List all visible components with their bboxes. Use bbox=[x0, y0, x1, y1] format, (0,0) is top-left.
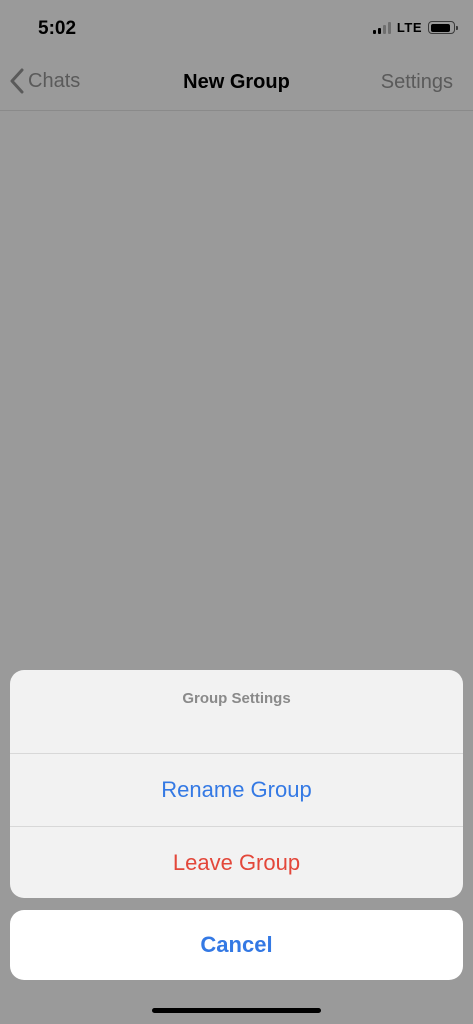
signal-strength-icon bbox=[372, 21, 391, 34]
rename-group-button[interactable]: Rename Group bbox=[10, 754, 463, 826]
navigation-bar: Chats New Group Settings bbox=[0, 56, 473, 111]
status-indicators: LTE bbox=[372, 20, 458, 35]
cancel-button[interactable]: Cancel bbox=[10, 910, 463, 980]
action-sheet-title: Group Settings bbox=[182, 690, 291, 707]
network-type-label: LTE bbox=[396, 20, 422, 35]
leave-group-button[interactable]: Leave Group bbox=[10, 826, 463, 898]
battery-icon bbox=[428, 21, 458, 34]
home-indicator[interactable] bbox=[152, 1008, 321, 1013]
action-sheet: Group Settings Rename Group Leave Group bbox=[10, 670, 463, 898]
status-bar: 5:02 LTE bbox=[0, 0, 473, 56]
settings-button[interactable]: Settings bbox=[381, 71, 453, 94]
action-sheet-header: Group Settings bbox=[10, 670, 463, 754]
status-time: 5:02 bbox=[38, 18, 77, 39]
